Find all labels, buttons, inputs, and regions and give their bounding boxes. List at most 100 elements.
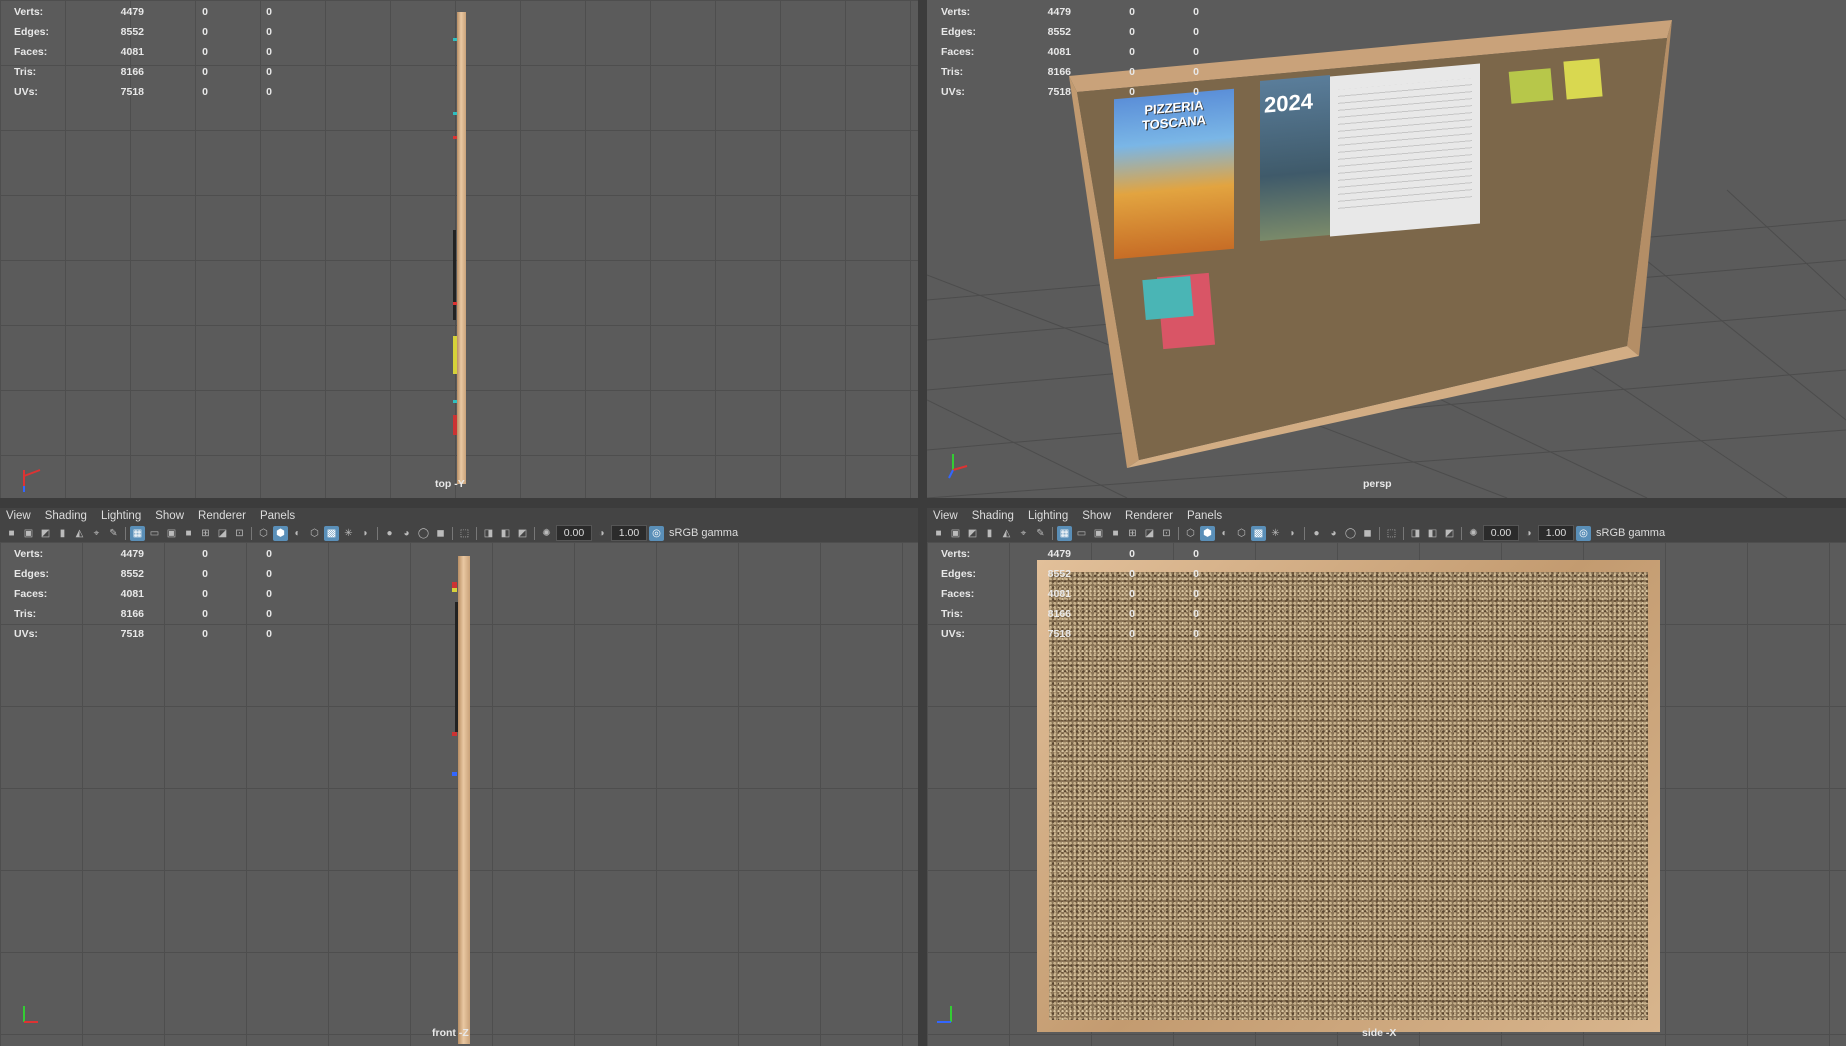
wireframe-on-shaded-icon[interactable]: ⬡ (1234, 526, 1249, 541)
camera-bookmark-icon[interactable]: ◩ (965, 526, 980, 541)
lights-icon[interactable]: ✳ (341, 526, 356, 541)
hud-label: Verts: (941, 548, 971, 560)
gate-mask-icon[interactable]: ■ (1108, 526, 1123, 541)
anti-aliasing-icon[interactable]: ◯ (416, 526, 431, 541)
default-material-icon[interactable]: ◐ (1217, 526, 1232, 541)
isolate-select-icon[interactable]: ⬚ (1384, 526, 1399, 541)
sticky-note-yellow[interactable] (1563, 58, 1603, 100)
view-transform-label[interactable]: sRGB gamma (669, 527, 738, 539)
motion-blur-icon[interactable]: ◕ (1326, 526, 1341, 541)
image-plane-icon[interactable]: ◭ (999, 526, 1014, 541)
camera-icon[interactable]: ■ (931, 526, 946, 541)
board-edge-top-view[interactable] (457, 12, 466, 484)
menu-renderer[interactable]: Renderer (192, 510, 254, 522)
smooth-shade-icon[interactable]: ⬢ (1200, 525, 1215, 541)
grease-pencil-icon[interactable]: ✎ (1033, 526, 1048, 541)
wireframe-on-shaded-icon[interactable]: ⬡ (307, 526, 322, 541)
hud-row-uvs: UVs: 7518 0 0 (14, 624, 272, 644)
calendar-sheet[interactable] (1330, 63, 1480, 237)
viewport-top[interactable]: Verts: 4479 0 0 Edges: 8552 0 0 Faces: 4081 0 0 T… (0, 0, 918, 498)
grease-pencil-icon[interactable]: ✎ (106, 526, 121, 541)
field-chart-icon[interactable]: ⊞ (198, 526, 213, 541)
viewport-persp[interactable]: PIZZERIA TOSCANA 2024 Verts: 4479 0 0 Edges… (927, 0, 1846, 498)
film-gate-icon[interactable]: ▭ (1074, 526, 1089, 541)
board-edge-front-view[interactable] (458, 556, 470, 1044)
menu-renderer[interactable]: Renderer (1119, 510, 1181, 522)
safe-title-icon[interactable]: ⊡ (1159, 526, 1174, 541)
bookmark-icon[interactable]: ▮ (982, 526, 997, 541)
gate-mask-icon[interactable]: ■ (181, 526, 196, 541)
xray-joints-icon[interactable]: ◧ (1425, 526, 1440, 541)
grid-icon[interactable]: ▦ (130, 525, 145, 541)
camera-icon[interactable]: ■ (4, 526, 19, 541)
color-management-icon[interactable]: ◎ (1576, 525, 1591, 541)
gamma-field[interactable]: 1.00 (1538, 525, 1574, 541)
default-material-icon[interactable]: ◐ (290, 526, 305, 541)
smooth-shade-icon[interactable]: ⬢ (273, 525, 288, 541)
exposure-icon[interactable]: ✺ (1466, 526, 1481, 541)
hud-value: 0 (266, 26, 272, 38)
safe-action-icon[interactable]: ◪ (1142, 526, 1157, 541)
camera-attributes-icon[interactable]: ▣ (21, 526, 36, 541)
resolution-gate-icon[interactable]: ▣ (164, 526, 179, 541)
wireframe-icon[interactable]: ⬡ (256, 526, 271, 541)
exposure-field[interactable]: 0.00 (1483, 525, 1519, 541)
film-gate-icon[interactable]: ▭ (147, 526, 162, 541)
depth-of-field-icon[interactable]: ◼ (1360, 526, 1375, 541)
grid-icon[interactable]: ▦ (1057, 525, 1072, 541)
pan-zoom-icon[interactable]: ⌖ (89, 526, 104, 541)
shadows-icon[interactable]: ◗ (358, 526, 373, 541)
shadows-icon[interactable]: ◗ (1285, 526, 1300, 541)
menu-panels[interactable]: Panels (254, 510, 303, 522)
lights-icon[interactable]: ✳ (1268, 526, 1283, 541)
textured-icon[interactable]: ▩ (1251, 525, 1266, 541)
gamma-icon[interactable]: ◑ (1521, 526, 1536, 541)
xray-joints-icon[interactable]: ◧ (498, 526, 513, 541)
camera-bookmark-icon[interactable]: ◩ (38, 526, 53, 541)
viewport-divider-vertical[interactable] (918, 0, 927, 1046)
menu-lighting[interactable]: Lighting (1022, 510, 1076, 522)
depth-of-field-icon[interactable]: ◼ (433, 526, 448, 541)
menu-view[interactable]: View (0, 510, 39, 522)
image-plane-icon[interactable]: ◭ (72, 526, 87, 541)
exposure-field[interactable]: 0.00 (556, 525, 592, 541)
bookmark-icon[interactable]: ▮ (55, 526, 70, 541)
anti-aliasing-icon[interactable]: ◯ (1343, 526, 1358, 541)
viewport-side[interactable]: Verts: 4479 0 0 Edges: 8552 0 0 Faces: 4081 0 0 T… (927, 542, 1846, 1046)
exposure-icon[interactable]: ✺ (539, 526, 554, 541)
xray-icon[interactable]: ◨ (481, 526, 496, 541)
color-management-icon[interactable]: ◎ (649, 525, 664, 541)
isolate-select-icon[interactable]: ⬚ (457, 526, 472, 541)
safe-title-icon[interactable]: ⊡ (232, 526, 247, 541)
textured-icon[interactable]: ▩ (324, 525, 339, 541)
viewport-divider-horizontal[interactable] (0, 498, 1846, 508)
pizzeria-poster[interactable]: PIZZERIA TOSCANA (1114, 88, 1234, 260)
view-transform-label[interactable]: sRGB gamma (1596, 527, 1665, 539)
xray-components-icon[interactable]: ◩ (1442, 526, 1457, 541)
xray-components-icon[interactable]: ◩ (515, 526, 530, 541)
safe-action-icon[interactable]: ◪ (215, 526, 230, 541)
resolution-gate-icon[interactable]: ▣ (1091, 526, 1106, 541)
ambient-occlusion-icon[interactable]: ● (382, 526, 397, 541)
sticky-note-teal[interactable] (1142, 275, 1194, 321)
menu-shading[interactable]: Shading (39, 510, 95, 522)
menu-show[interactable]: Show (1076, 510, 1119, 522)
motion-blur-icon[interactable]: ◕ (399, 526, 414, 541)
gamma-icon[interactable]: ◑ (594, 526, 609, 541)
hud-value: 4081 (1047, 46, 1071, 58)
pan-zoom-icon[interactable]: ⌖ (1016, 526, 1031, 541)
menu-show[interactable]: Show (149, 510, 192, 522)
camera-attributes-icon[interactable]: ▣ (948, 526, 963, 541)
menu-lighting[interactable]: Lighting (95, 510, 149, 522)
hud-value: 0 (266, 588, 272, 600)
viewport-front[interactable]: Verts: 4479 0 0 Edges: 8552 0 0 Faces: 4081 0 0 T… (0, 542, 918, 1046)
gamma-field[interactable]: 1.00 (611, 525, 647, 541)
menu-shading[interactable]: Shading (966, 510, 1022, 522)
xray-icon[interactable]: ◨ (1408, 526, 1423, 541)
sticky-note-green[interactable] (1508, 68, 1554, 104)
field-chart-icon[interactable]: ⊞ (1125, 526, 1140, 541)
menu-panels[interactable]: Panels (1181, 510, 1230, 522)
ambient-occlusion-icon[interactable]: ● (1309, 526, 1324, 541)
menu-view[interactable]: View (927, 510, 966, 522)
wireframe-icon[interactable]: ⬡ (1183, 526, 1198, 541)
